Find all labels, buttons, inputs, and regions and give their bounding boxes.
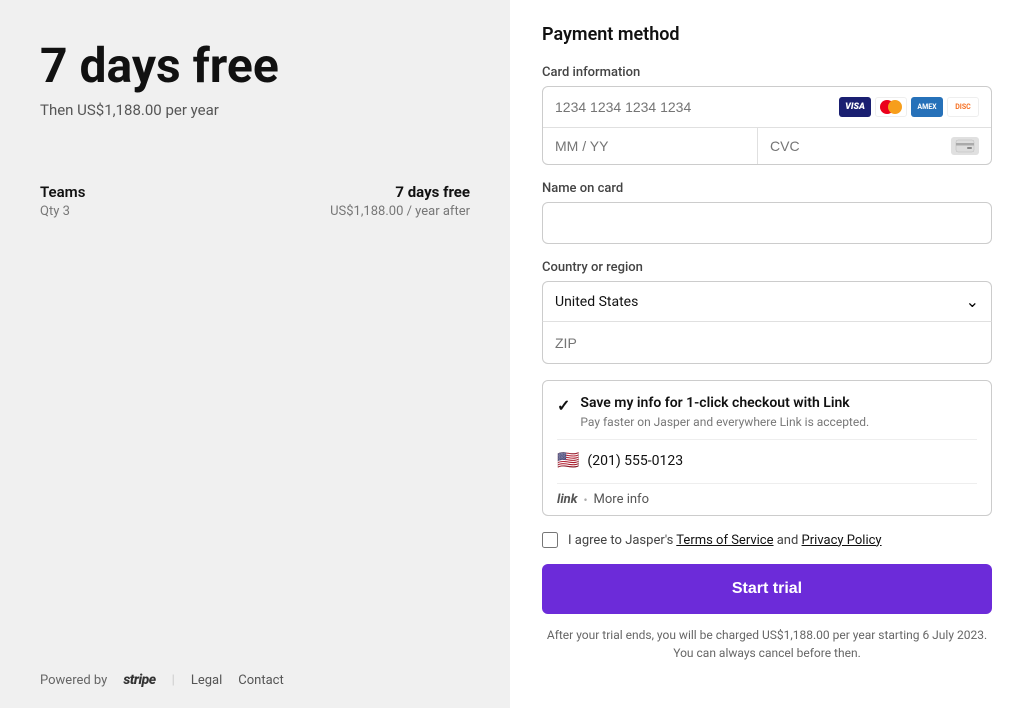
terms-row: I agree to Jasper's Terms of Service and… [542, 532, 992, 548]
card-bottom-row [543, 128, 991, 164]
main-title: 7 days free [40, 40, 470, 93]
country-selected-text: United States [555, 294, 638, 310]
link-save-desc: Pay faster on Jasper and everywhere Link… [580, 415, 869, 429]
left-footer: Powered by stripe | Legal Contact [40, 672, 284, 688]
link-brand-text: link [557, 492, 577, 507]
phone-row: 🇺🇸 (201) 555-0123 [557, 439, 977, 481]
stripe-logo: stripe [123, 672, 155, 688]
mm-yy-input[interactable] [543, 128, 758, 164]
link-save-box: ✓ Save my info for 1-click checkout with… [542, 380, 992, 516]
powered-by-text: Powered by [40, 673, 107, 688]
amex-icon: AMEX [911, 97, 943, 117]
card-info-label: Card information [542, 65, 992, 80]
payment-method-title: Payment method [542, 24, 992, 45]
card-number-row: VISA AMEX DISC [543, 87, 991, 128]
plan-name: Teams [40, 183, 85, 201]
terms-text: I agree to Jasper's Terms of Service and… [568, 533, 882, 548]
us-flag-icon: 🇺🇸 [557, 450, 579, 471]
plan-qty: Qty 3 [40, 204, 85, 219]
link-footer: link • More info [557, 483, 977, 515]
link-save-content: Save my info for 1-click checkout with L… [580, 395, 869, 429]
link-save-row: ✓ Save my info for 1-click checkout with… [557, 395, 977, 429]
country-select[interactable]: United States ⌄ [542, 281, 992, 322]
chevron-down-icon: ⌄ [966, 292, 979, 311]
phone-number: (201) 555-0123 [587, 453, 683, 469]
plan-price-right: 7 days free US$1,188.00 / year after [330, 183, 470, 219]
cvc-row [758, 128, 991, 164]
visa-icon: VISA [839, 97, 871, 117]
trial-note: After your trial ends, you will be charg… [542, 626, 992, 662]
plan-row: Teams Qty 3 7 days free US$1,188.00 / ye… [40, 167, 470, 235]
contact-link[interactable]: Contact [238, 673, 283, 688]
plan-price-after: US$1,188.00 / year after [330, 204, 470, 219]
more-info-link[interactable]: More info [594, 492, 649, 507]
zip-input[interactable] [542, 322, 992, 364]
name-on-card-input[interactable] [542, 202, 992, 244]
privacy-policy-link[interactable]: Privacy Policy [802, 533, 882, 548]
right-panel: Payment method Card information VISA AME… [510, 0, 1024, 708]
footer-divider: | [172, 673, 175, 688]
card-info-box: VISA AMEX DISC [542, 86, 992, 165]
card-number-input[interactable] [555, 99, 839, 115]
terms-of-service-link[interactable]: Terms of Service [676, 533, 773, 548]
mastercard-icon [875, 97, 907, 117]
terms-checkbox[interactable] [542, 532, 558, 548]
subtitle: Then US$1,188.00 per year [40, 101, 470, 119]
discover-icon: DISC [947, 97, 979, 117]
left-panel: 7 days free Then US$1,188.00 per year Te… [0, 0, 510, 708]
plan-info-left: Teams Qty 3 [40, 183, 85, 219]
link-save-title: Save my info for 1-click checkout with L… [580, 395, 869, 411]
card-icons: VISA AMEX DISC [839, 97, 979, 117]
country-region-label: Country or region [542, 260, 992, 275]
link-dot-separator: • [583, 493, 587, 507]
checkmark-icon: ✓ [557, 396, 570, 415]
legal-link[interactable]: Legal [191, 673, 222, 688]
plan-trial: 7 days free [330, 183, 470, 201]
name-on-card-label: Name on card [542, 181, 992, 196]
start-trial-button[interactable]: Start trial [542, 564, 992, 614]
terms-text-before: I agree to Jasper's [568, 533, 676, 548]
cvc-input[interactable] [770, 138, 951, 154]
cvc-card-icon [951, 137, 979, 155]
terms-text-mid: and [774, 533, 802, 548]
